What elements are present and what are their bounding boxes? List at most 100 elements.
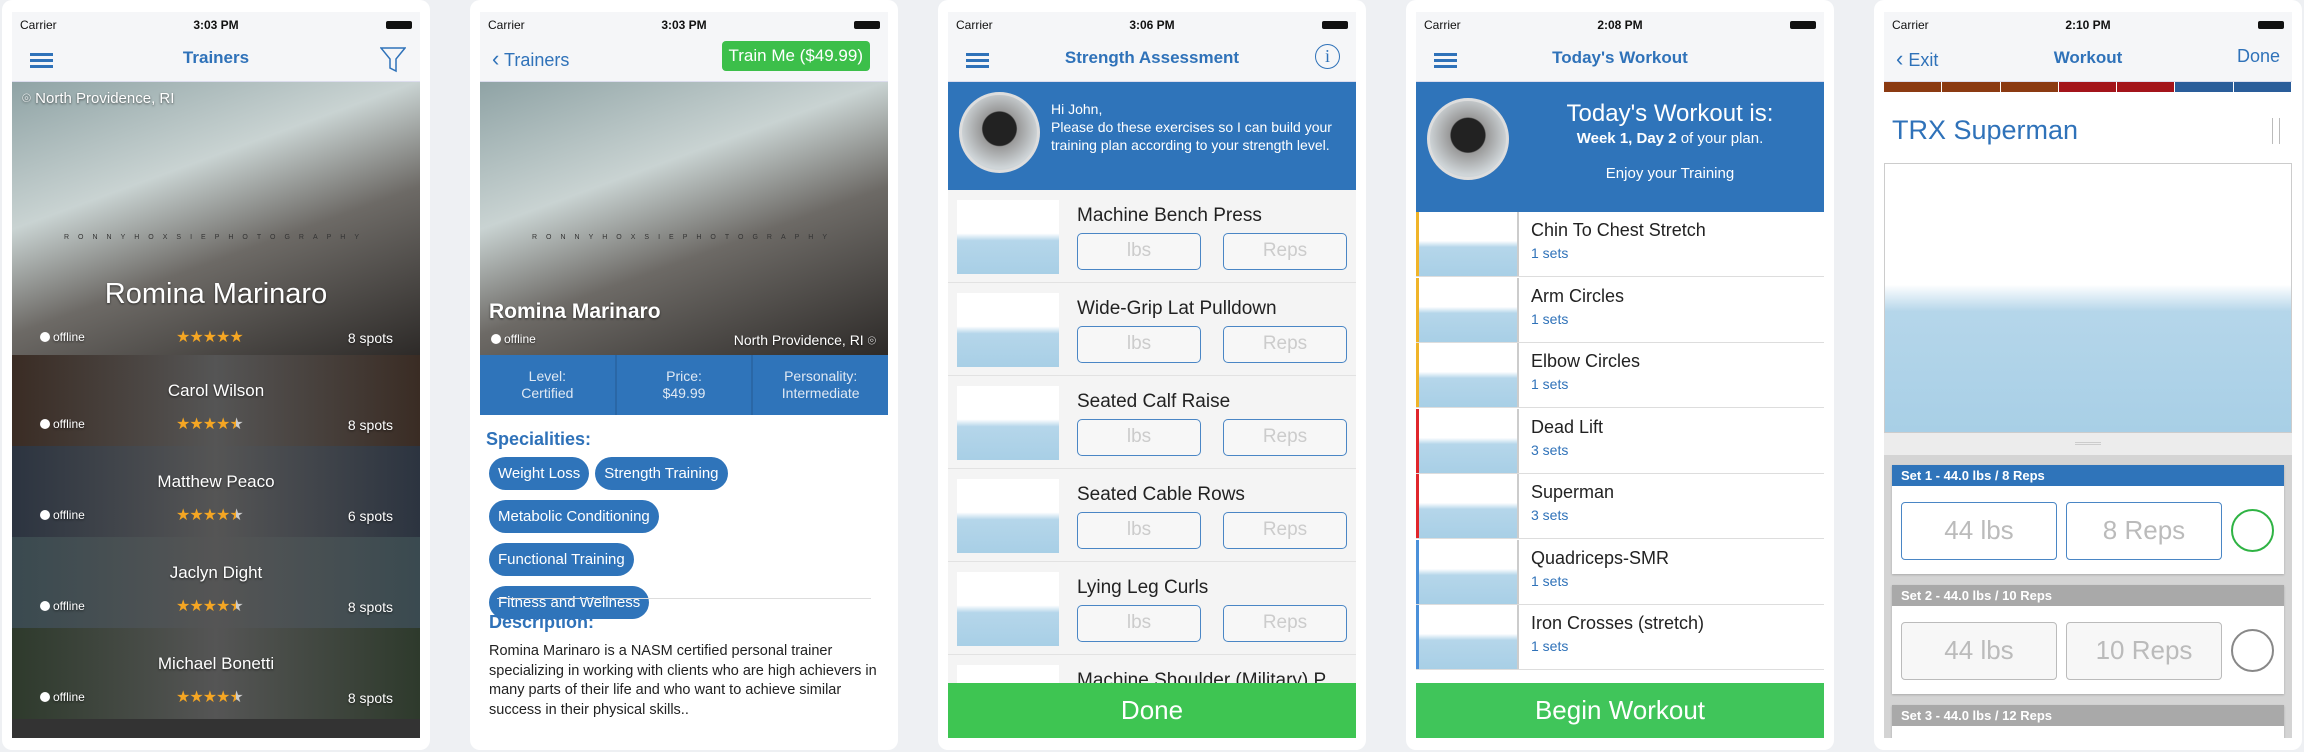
lbs-input[interactable]: lbs: [1077, 605, 1201, 642]
exercise-thumbnail: [1419, 277, 1519, 342]
train-me-button[interactable]: Train Me ($49.99): [721, 41, 870, 71]
exercise-row[interactable]: Seated Calf Raise lbs Reps: [948, 376, 1356, 469]
description-text: Romina Marinaro is a NASM certified pers…: [489, 643, 877, 718]
sets-count: 1 sets: [1531, 245, 1569, 261]
set-header: Set 2 - 44.0 lbs / 10 Reps: [1892, 585, 2284, 606]
exercise-row[interactable]: Lying Leg Curls lbs Reps: [948, 562, 1356, 655]
sets-count: 1 sets: [1531, 572, 1569, 589]
reps-input[interactable]: Reps: [1223, 605, 1347, 642]
profile-screen: Carrier 3:03 PM ‹ Trainers Train Me ($49.…: [480, 12, 888, 738]
set-card: Set 1 - 44.0 lbs / 8 Reps 44 lbs 8 Reps: [1892, 465, 2284, 574]
workout-exercise-row[interactable]: Arm Circles 1 sets: [1416, 277, 1824, 343]
banner-title: Today's Workout is:: [1566, 100, 1774, 127]
info-icon[interactable]: i: [1315, 44, 1340, 69]
reps-input[interactable]: 8 Reps: [2066, 502, 2222, 560]
exercise-thumbnail: [957, 386, 1059, 460]
workout-exercise-row[interactable]: Quadriceps-SMR 1 sets: [1416, 539, 1824, 605]
speciality-tag[interactable]: Strength Training: [595, 457, 728, 490]
trainers-screen: Carrier 3:03 PM Trainers ⌾ North Providen…: [12, 12, 420, 738]
page-title: Strength Assessment: [1064, 48, 1240, 67]
exercise-row[interactable]: Seated Cable Rows lbs Reps: [948, 469, 1356, 562]
speciality-tag[interactable]: Functional Training: [489, 543, 634, 576]
trainer-row[interactable]: [12, 719, 420, 738]
lbs-input[interactable]: 44 lbs: [1901, 622, 2057, 680]
workout-exercise-row[interactable]: Chin To Chest Stretch 1 sets: [1416, 212, 1824, 277]
lbs-input[interactable]: lbs: [1077, 326, 1201, 363]
exercise-thumbnail: [1419, 343, 1519, 407]
spots-count: 8 spots: [347, 599, 393, 615]
complete-set-checkbox[interactable]: [2231, 629, 2274, 672]
begin-workout-button[interactable]: Begin Workout: [1416, 683, 1824, 738]
lbs-input[interactable]: 44 lbs: [1901, 502, 2057, 560]
status-badge: offline: [40, 330, 85, 344]
back-button[interactable]: ‹ Trainers: [492, 46, 569, 72]
star-icon: ★: [176, 329, 190, 346]
speciality-tag[interactable]: Metabolic Conditioning: [489, 500, 659, 533]
lbs-input[interactable]: lbs: [1077, 419, 1201, 456]
exercise-row[interactable]: Wide-Grip Lat Pulldown lbs Reps: [948, 283, 1356, 376]
exercise-thumbnail: [957, 572, 1059, 646]
status-badge: offline: [40, 599, 85, 613]
stat-label: Price:: [666, 368, 702, 384]
star-icon: ★: [229, 598, 243, 615]
complete-set-checkbox[interactable]: [2231, 509, 2274, 552]
drag-handle-icon[interactable]: [2272, 118, 2280, 144]
exercise-row[interactable]: Machine Bench Press lbs Reps: [948, 190, 1356, 283]
sets-count: 1 sets: [1531, 638, 1569, 654]
exercise-thumbnail: [1419, 474, 1519, 538]
speciality-tag[interactable]: Weight Loss: [489, 457, 590, 490]
location-text: North Providence, RI: [35, 90, 175, 107]
star-icon: ★: [176, 598, 190, 615]
trainer-row[interactable]: Michael Bonetti offline ★★★★★ 8 spots: [12, 628, 420, 719]
description-heading: Description:: [489, 612, 595, 632]
rating-stars: ★★★★★: [176, 327, 244, 347]
photo-watermark: RONNYHOXSIEPHOTOGRAPHY: [63, 234, 369, 241]
filter-icon[interactable]: [380, 46, 406, 74]
stat-value: Intermediate: [781, 385, 860, 401]
rating-stars: ★★★★★: [176, 596, 244, 616]
star-icon: ★: [216, 689, 230, 706]
workout-exercise-row[interactable]: Superman 3 sets: [1416, 474, 1824, 539]
lbs-input[interactable]: lbs: [1077, 512, 1201, 549]
reps-input[interactable]: Reps: [1223, 512, 1347, 549]
exercise-name: Quadriceps-SMR: [1531, 547, 1670, 568]
set-card: Set 2 - 44.0 lbs / 10 Reps 44 lbs 10 Reps: [1892, 585, 2284, 694]
star-icon: ★: [202, 329, 217, 346]
workout-exercise-row[interactable]: Elbow Circles 1 sets: [1416, 343, 1824, 408]
spots-count: 8 spots: [347, 417, 393, 433]
star-icon: ★: [176, 689, 190, 706]
featured-trainer-photo[interactable]: ⌾ North Providence, RI RONNYHOXSIEPHOTOG…: [12, 82, 420, 355]
trainer-name: Romina Marinaro: [489, 300, 661, 323]
rating-stars: ★★★★★: [176, 414, 244, 434]
panel-handle[interactable]: [1884, 433, 2292, 455]
trainer-row[interactable]: Matthew Peaco offline ★★★★★ 6 spots: [12, 446, 420, 537]
exercise-image: [1884, 163, 2292, 433]
assessment-screen: Carrier 3:06 PM Strength Assessment i Hi …: [948, 12, 1356, 738]
specialities-list: Weight Loss Strength Training Metabolic Co…: [489, 457, 789, 629]
done-button[interactable]: Done: [948, 683, 1356, 738]
trainer-row[interactable]: Carol Wilson offline ★★★★★ 8 spots: [12, 355, 420, 446]
featured-trainer-name: Romina Marinaro: [104, 278, 328, 310]
lbs-input[interactable]: lbs: [1077, 233, 1201, 270]
reps-input[interactable]: 10 Reps: [2066, 622, 2222, 680]
trainer-row[interactable]: Jaclyn Dight offline ★★★★★ 8 spots: [12, 537, 420, 628]
reps-input[interactable]: Reps: [1223, 233, 1347, 270]
trainer-avatar: [959, 92, 1040, 173]
progress-segment: [2233, 82, 2292, 92]
stat-value: Certified: [521, 385, 574, 401]
status-bar: Carrier 2:08 PM: [1416, 12, 1824, 38]
star-icon: ★: [229, 416, 243, 433]
plan-text: Week 1, Day 2 of your plan.: [1576, 130, 1764, 147]
workout-exercise-row[interactable]: Iron Crosses (stretch) 1 sets: [1416, 605, 1824, 670]
battery-icon: [2258, 21, 2284, 29]
stat-value: $49.99: [662, 385, 706, 401]
exercise-name: Wide-Grip Lat Pulldown: [1077, 298, 1277, 319]
workout-exercise-row[interactable]: Dead Lift 3 sets: [1416, 408, 1824, 474]
done-button[interactable]: Done: [2237, 46, 2280, 67]
reps-input[interactable]: Reps: [1223, 419, 1347, 456]
exercise-name: Lying Leg Curls: [1077, 577, 1209, 598]
exercise-thumbnail: [1419, 212, 1519, 276]
reps-input[interactable]: Reps: [1223, 326, 1347, 363]
spots-count: 8 spots: [347, 330, 393, 346]
status-badge: offline: [491, 332, 536, 346]
